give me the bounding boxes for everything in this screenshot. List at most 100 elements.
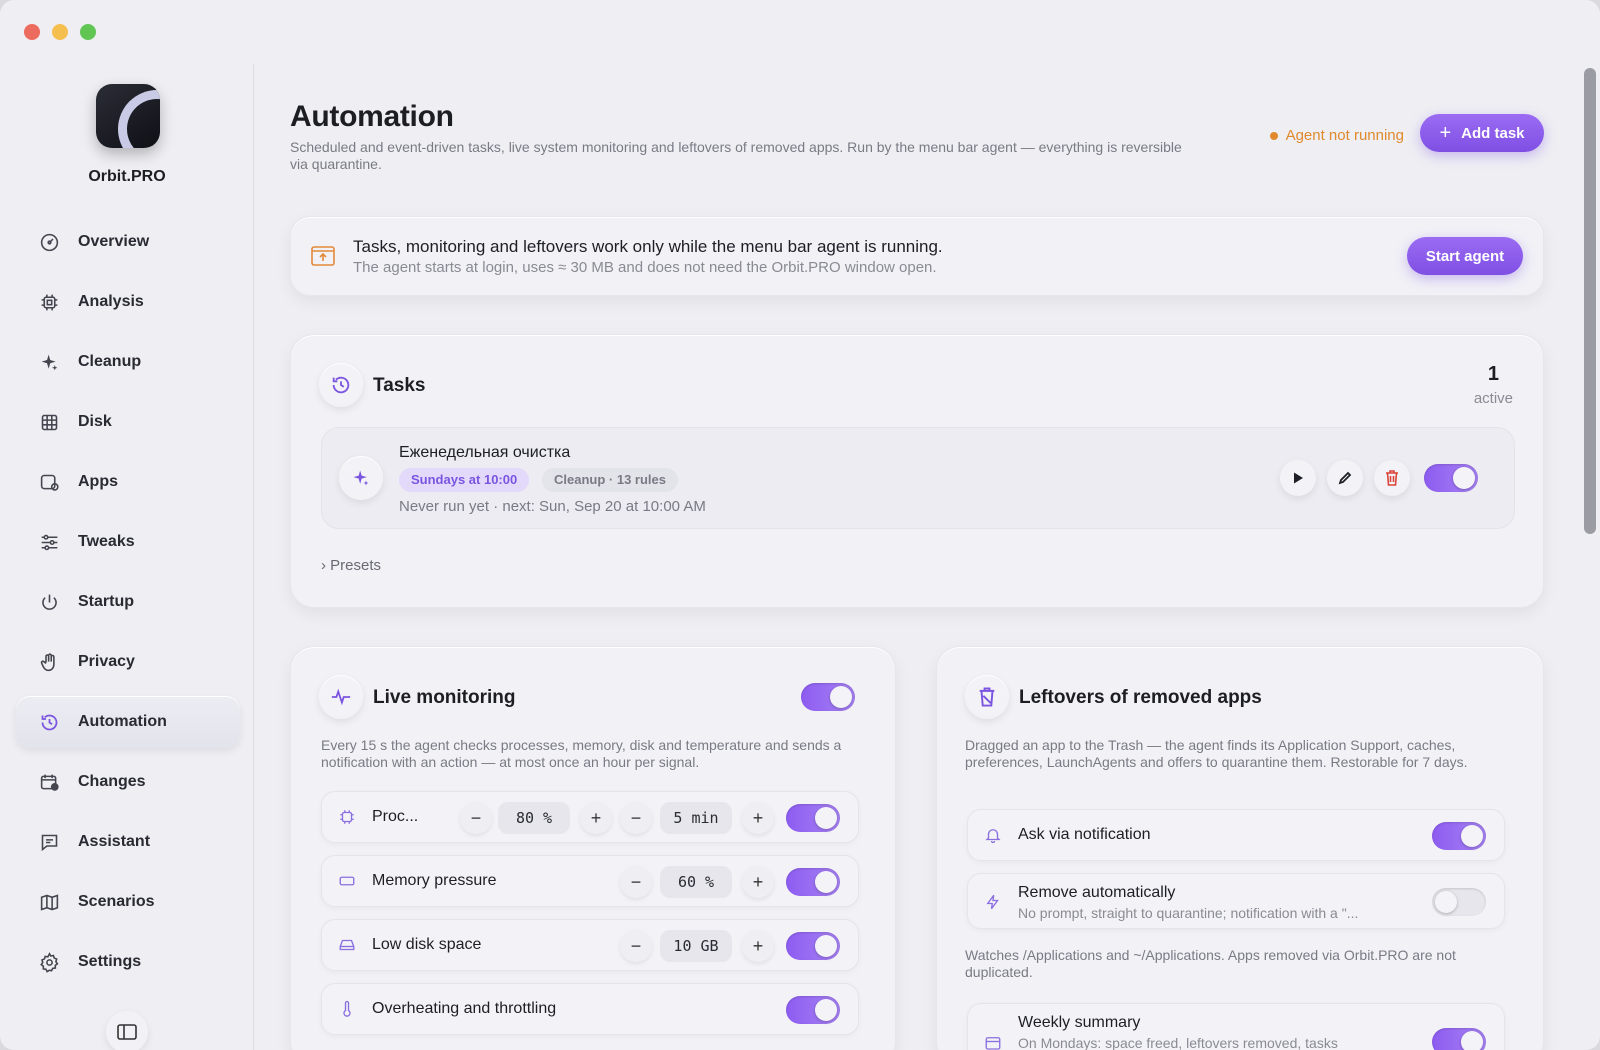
remove-automatically-label: Remove automatically: [1018, 884, 1176, 901]
presets-disclosure[interactable]: › Presets: [321, 557, 381, 574]
app-window: Orbit.PRO Overview Analysis Cleanup Disk…: [0, 0, 1600, 1050]
sparkles-icon: [38, 351, 60, 373]
memory-toggle[interactable]: [786, 868, 840, 896]
apps-icon: [38, 471, 60, 493]
weekly-summary-sub: On Mondays: space freed, leftovers remov…: [1018, 1035, 1338, 1050]
power-icon: [38, 591, 60, 613]
sidebar-item-label: Disk: [78, 413, 112, 430]
task-meta: Never run yet · next: Sun, Sep 20 at 10:…: [399, 498, 706, 515]
sidebar-item-tweaks[interactable]: Tweaks: [16, 516, 240, 568]
close-window-button[interactable]: [24, 24, 40, 40]
overheating-row: Overheating and throttling: [321, 983, 859, 1035]
sidebar-item-changes[interactable]: Changes: [16, 756, 240, 808]
tasks-title: Tasks: [373, 375, 426, 396]
banner-title: Tasks, monitoring and leftovers work onl…: [353, 237, 943, 256]
delete-task-button[interactable]: [1374, 460, 1410, 496]
cpu-decrease-button[interactable]: −: [460, 802, 492, 834]
sidebar-item-scenarios[interactable]: Scenarios: [16, 876, 240, 928]
edit-task-button[interactable]: [1327, 460, 1363, 496]
weekly-summary-label: Weekly summary: [1018, 1014, 1141, 1031]
banner-subtitle: The agent starts at login, uses ≈ 30 MB …: [353, 259, 937, 276]
trash-icon: [965, 675, 1009, 719]
watch-note: Watches /Applications and ~/Applications…: [965, 947, 1456, 980]
agent-status: Agent not running: [1269, 127, 1404, 144]
active-task-count: 1 active: [1474, 363, 1513, 407]
sidebar-item-settings[interactable]: Settings: [16, 936, 240, 988]
sidebar-toggle-button[interactable]: [106, 1011, 148, 1050]
active-count-number: 1: [1487, 363, 1499, 385]
sidebar-nav: Overview Analysis Cleanup Disk Apps Twea…: [16, 216, 240, 996]
memory-label: Memory pressure: [372, 872, 497, 889]
map-icon: [38, 891, 60, 913]
task-row[interactable]: Еженедельная очистка Sundays at 10:00 Cl…: [321, 427, 1515, 529]
gear-icon: [38, 951, 60, 973]
duration-increase-button[interactable]: +: [742, 802, 774, 834]
sidebar-item-disk[interactable]: Disk: [16, 396, 240, 448]
sidebar-item-automation[interactable]: Automation: [16, 696, 240, 748]
disk-space-label: Low disk space: [372, 936, 482, 953]
disk-decrease-button[interactable]: −: [620, 930, 652, 962]
run-task-button[interactable]: [1280, 460, 1316, 496]
disk-space-row: Low disk space − 10 GB +: [321, 919, 859, 971]
task-enabled-toggle[interactable]: [1424, 464, 1478, 492]
window-controls: [24, 24, 96, 40]
disk-increase-button[interactable]: +: [742, 930, 774, 962]
overheating-toggle[interactable]: [786, 996, 840, 1024]
page-subtitle: Scheduled and event-driven tasks, live s…: [290, 139, 1182, 172]
presets-label: Presets: [330, 557, 382, 574]
duration-decrease-button[interactable]: −: [620, 802, 652, 834]
processes-toggle[interactable]: [786, 804, 840, 832]
active-count-label: active: [1473, 390, 1513, 407]
sparkles-icon: [339, 456, 383, 500]
sidebar-item-cleanup[interactable]: Cleanup: [16, 336, 240, 388]
ask-notification-row: Ask via notification: [967, 809, 1505, 861]
weekly-summary-toggle[interactable]: [1432, 1028, 1486, 1050]
start-agent-button[interactable]: Start agent: [1407, 237, 1523, 275]
ask-notification-toggle[interactable]: [1432, 822, 1486, 850]
sidebar-item-label: Automation: [78, 713, 167, 730]
app-name: Orbit.PRO: [88, 168, 166, 185]
memory-icon: [338, 872, 356, 895]
sidebar-item-label: Privacy: [78, 653, 135, 670]
remove-automatically-row: Remove automatically No prompt, straight…: [967, 873, 1505, 929]
task-name: Еженедельная очистка: [399, 444, 571, 461]
chevron-right-icon: ›: [321, 557, 326, 574]
chat-icon: [38, 831, 60, 853]
sidebar-item-analysis[interactable]: Analysis: [16, 276, 240, 328]
disk-space-toggle[interactable]: [786, 932, 840, 960]
app-logo: [96, 84, 160, 148]
processes-row: Proc... − 80 % + − 5 min +: [321, 791, 859, 843]
drive-icon: [338, 936, 356, 959]
sidebar-item-assistant[interactable]: Assistant: [16, 816, 240, 868]
plus-icon: +: [1439, 121, 1452, 144]
sidebar-item-label: Overview: [78, 233, 150, 250]
memory-increase-button[interactable]: +: [742, 866, 774, 898]
page-title: Automation: [290, 100, 454, 133]
sidebar-item-startup[interactable]: Startup: [16, 576, 240, 628]
remove-automatically-toggle[interactable]: [1432, 888, 1486, 916]
sidebar-item-label: Tweaks: [78, 533, 135, 550]
live-monitoring-card: Live monitoring Every 15 s the agent che…: [290, 646, 896, 1050]
cpu-increase-button[interactable]: +: [580, 802, 612, 834]
cpu-threshold-value: 80 %: [498, 802, 570, 834]
memory-decrease-button[interactable]: −: [620, 866, 652, 898]
thermometer-icon: [338, 1000, 356, 1023]
monitoring-description: Every 15 s the agent checks processes, m…: [321, 737, 842, 770]
calendar-icon: [984, 1034, 1002, 1050]
add-task-button[interactable]: + Add task: [1420, 114, 1544, 152]
sidebar: Orbit.PRO Overview Analysis Cleanup Disk…: [0, 64, 254, 1050]
history-icon: [319, 363, 363, 407]
leftovers-card: Leftovers of removed apps Dragged an app…: [936, 646, 1544, 1050]
zoom-window-button[interactable]: [80, 24, 96, 40]
sidebar-item-apps[interactable]: Apps: [16, 456, 240, 508]
grid-icon: [38, 411, 60, 433]
scrollbar[interactable]: [1584, 68, 1596, 534]
minimize-window-button[interactable]: [52, 24, 68, 40]
sidebar-item-overview[interactable]: Overview: [16, 216, 240, 268]
chip-icon: [38, 291, 60, 313]
monitoring-toggle[interactable]: [801, 683, 855, 711]
sidebar-item-privacy[interactable]: Privacy: [16, 636, 240, 688]
agent-status-label: Agent not running: [1285, 127, 1404, 144]
play-icon: [1294, 472, 1303, 484]
schedule-badge: Sundays at 10:00: [399, 468, 530, 492]
